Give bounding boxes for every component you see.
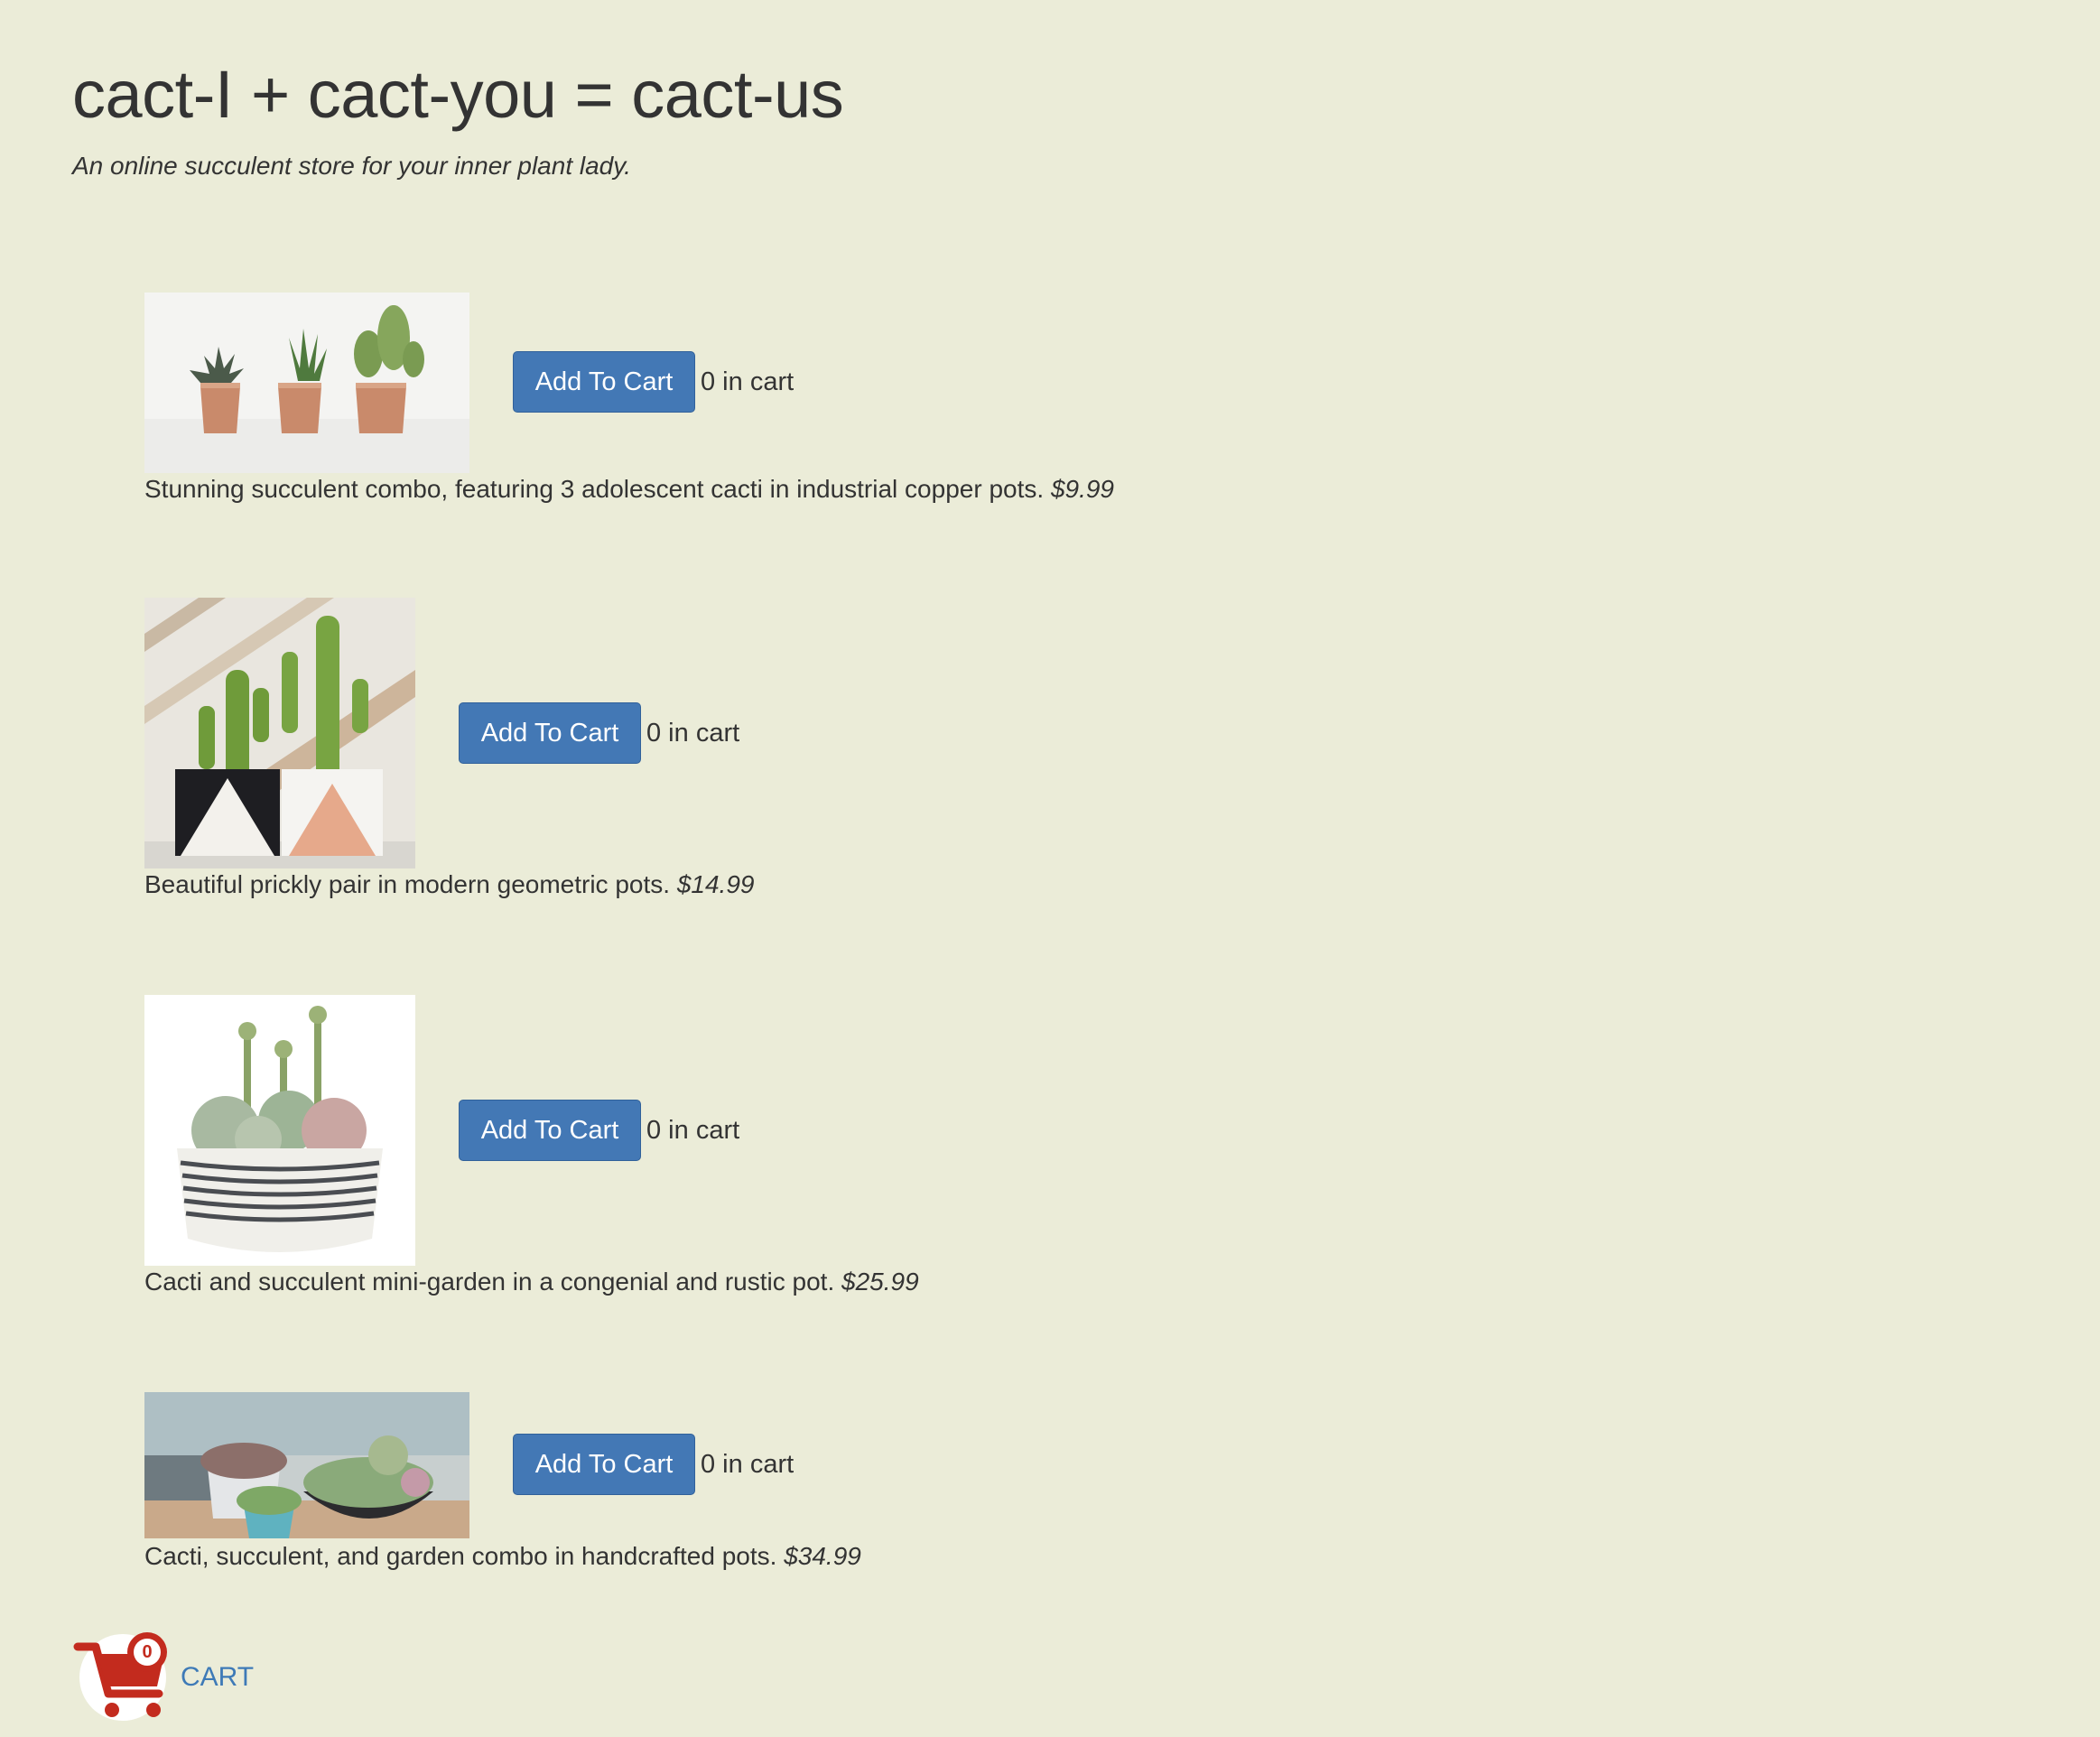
description-text: Stunning succulent combo, featuring 3 ad… [144,475,1045,503]
add-to-cart-button[interactable]: Add To Cart [513,1434,695,1495]
shopping-cart-icon[interactable] [72,1623,177,1724]
add-to-cart-button[interactable]: Add To Cart [513,351,695,413]
product-description: Cacti, succulent, and garden combo in ha… [144,1540,861,1573]
product-price: $34.99 [784,1542,861,1570]
product-item: Add To Cart 0 in cart Cacti, succulent, … [144,1392,1228,1582]
product-price: $14.99 [676,870,755,898]
cart-link[interactable]: CART [181,1661,254,1694]
product-description: Stunning succulent combo, featuring 3 ad… [144,473,1114,506]
store-page: cact-I + cact-you = cact-us An online su… [0,0,2100,1737]
description-text: Cacti, succulent, and garden combo in ha… [144,1542,777,1570]
product-item: Add To Cart 0 in cart Beautiful prickly … [144,598,1228,905]
cart-widget: 0 CART [72,1623,361,1723]
cart-badge-count: 0 [142,1642,153,1662]
geometric-pots-cacti-photo [144,598,415,868]
add-to-cart-button[interactable]: Add To Cart [459,702,641,764]
product-description: Beautiful prickly pair in modern geometr… [144,868,754,901]
description-text: Beautiful prickly pair in modern geometr… [144,870,671,898]
page-subtitle: An online succulent store for your inner… [72,152,631,180]
product-item: Add To Cart 0 in cart Stunning succulent… [144,293,1228,509]
cart-count-label: 0 in cart [701,1450,794,1479]
succulent-bowl-photo [144,995,415,1266]
description-text: Cacti and succulent mini-garden in a con… [144,1268,835,1296]
cart-count-label: 0 in cart [701,367,794,396]
handcrafted-pots-garden-photo [144,1392,469,1538]
product-price: $25.99 [841,1268,919,1296]
copper-pots-cacti-photo [144,293,469,473]
cart-count-label: 0 in cart [646,719,740,748]
product-description: Cacti and succulent mini-garden in a con… [144,1266,919,1298]
cart-count-label: 0 in cart [646,1116,740,1145]
add-to-cart-button[interactable]: Add To Cart [459,1100,641,1161]
page-title: cact-I + cact-you = cact-us [72,57,844,132]
product-price: $9.99 [1050,475,1115,503]
product-item: Add To Cart 0 in cart Cacti and succulen… [144,995,1228,1302]
